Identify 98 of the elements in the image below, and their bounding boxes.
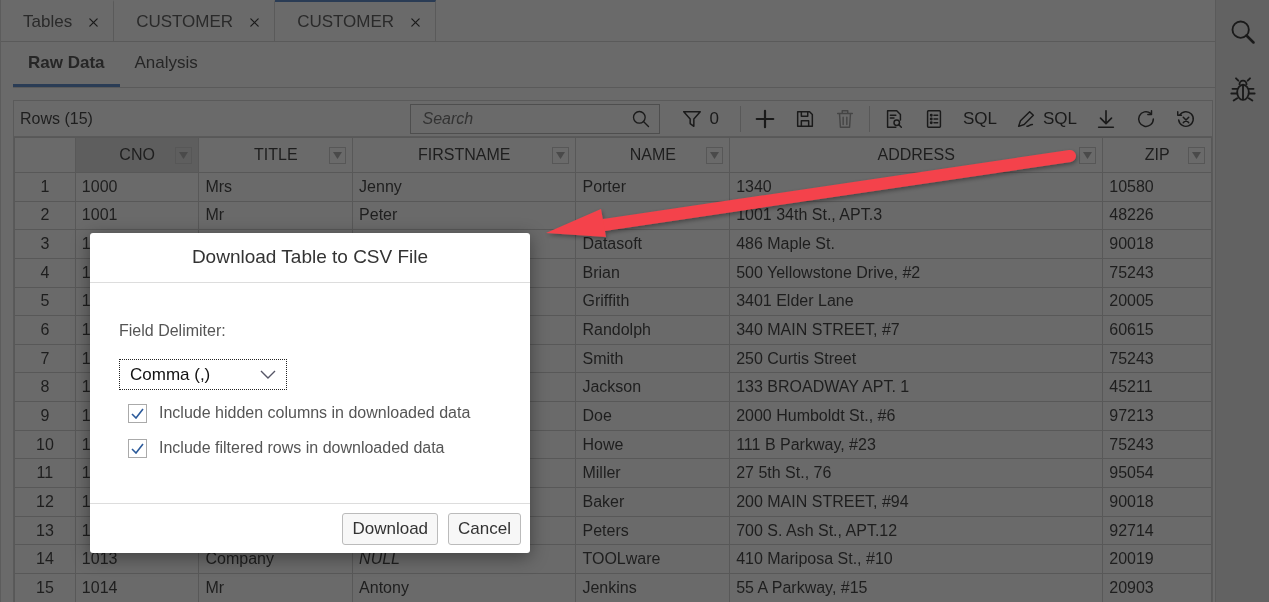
column-menu-button[interactable] [706,147,724,164]
row-number: 3 [14,229,76,259]
download-icon [1095,107,1117,130]
cancel-button[interactable]: Cancel [448,512,521,545]
table-cell: 200 MAIN STREET, #94 [729,487,1103,517]
sql-button[interactable]: SQL [953,102,1006,135]
column-header[interactable]: FIRSTNAME [352,137,576,173]
table-cell: 75243 [1102,344,1212,373]
view-tab[interactable]: Analysis [119,42,213,87]
table-cell: Griffith [575,287,730,316]
table-cell: 2000 Humboldt St., #6 [729,401,1103,431]
column-header[interactable]: TITLE [198,137,353,173]
row-number: 10 [14,430,76,459]
table-cell: 111 B Parkway, #23 [729,430,1103,459]
table-cell: 133 BROADWAY APT. 1 [729,373,1103,402]
row-number: 9 [14,401,76,431]
plus-icon [753,107,776,130]
table-cell: Jackson [575,373,730,402]
delimiter-dropdown[interactable]: Comma (,) [119,359,287,390]
table-cell: Peters [575,516,730,545]
search-icon [631,108,652,129]
table-cell: Jenny [352,172,576,202]
refresh-icon [1135,107,1157,130]
table-cell: 486 Maple St. [729,229,1103,259]
table-cell: Miller [575,458,730,488]
dropdown-icon [556,152,566,159]
sql-button[interactable]: SQL [1005,102,1086,135]
download-button[interactable]: Download [342,512,439,545]
column-menu-button[interactable] [552,147,570,164]
checkbox[interactable] [128,438,147,458]
close-icon [88,16,100,28]
table-cell: 45211 [1102,373,1212,402]
table-cell: 410 Mariposa St., #10 [729,544,1103,574]
table-cell: Brian [575,258,730,288]
close-icon [249,16,261,28]
table-cell: 340 MAIN STREET, #7 [729,315,1103,345]
column-menu-button[interactable] [329,147,347,164]
view-tab[interactable]: Raw Data [13,42,120,87]
row-number: 15 [14,573,76,602]
table-cell: 20019 [1102,544,1212,574]
document-tab[interactable]: Tables [1,0,115,41]
table-cell: 500 Yellowstone Drive, #2 [729,258,1103,288]
table-cell: Porter [575,172,730,202]
table-cell: 92714 [1102,516,1212,545]
table-cell: 60615 [1102,315,1212,345]
column-header[interactable]: CNO [75,137,199,173]
table-cell: Baker [575,487,730,517]
row-number: 5 [14,287,76,316]
table-cell: 97213 [1102,401,1212,431]
column-menu-button[interactable] [1188,147,1205,164]
column-header[interactable]: ZIP [1102,137,1212,173]
table-cell: 75243 [1102,430,1212,459]
table-cell: 10580 [1102,172,1212,202]
row-number: 11 [14,458,76,488]
row-count: Rows (15) [20,108,93,129]
document-tab[interactable]: CUSTOMER [275,0,437,41]
table-cell: 90018 [1102,229,1212,259]
table-cell: 48226 [1102,201,1212,230]
table-cell: 95054 [1102,458,1212,488]
row-number: 12 [14,487,76,517]
checkbox[interactable] [128,403,147,423]
column-menu-button[interactable] [1079,147,1097,164]
row-number: 8 [14,373,76,402]
document-tab[interactable]: CUSTOMER [114,0,276,41]
table-cell: Randolph [575,315,730,345]
table-cell: 3401 Elder Lane [729,287,1103,316]
table-cell: 90018 [1102,487,1212,517]
row-number: 13 [14,516,76,545]
table-cell: 700 S. Ash St., APT.12 [729,516,1103,545]
table-cell: Smith [575,344,730,373]
column-header[interactable]: NAME [575,137,730,173]
dialog-title: Download Table to CSV File [90,233,530,283]
table-cell: Doe [575,401,730,431]
column-header[interactable]: ADDRESS [729,137,1103,173]
filter-button[interactable]: 0 [672,102,728,135]
row-number: 2 [14,201,76,230]
dropdown-icon [1192,152,1201,159]
chevron-down-icon [260,370,276,379]
table-cell: 1001 [75,201,199,230]
table-cell: 20005 [1102,287,1212,316]
table-cell: 250 Curtis Street [729,344,1103,373]
table-cell: Howe [575,430,730,459]
row-number: 6 [14,315,76,345]
dropdown-icon [710,152,720,159]
table-cell: Mr [198,201,353,230]
table-cell: TOOLware [575,544,730,574]
table-cell: 75243 [1102,258,1212,288]
bug-icon[interactable] [1228,76,1257,104]
table-cell: Mrs [198,172,353,202]
row-number: 7 [14,344,76,373]
table-cell: 1000 [75,172,199,202]
close-icon [410,16,422,28]
row-number: 14 [14,544,76,574]
dropdown-icon [333,152,343,159]
table-cell: 27 5th St., 76 [729,458,1103,488]
row-number: 1 [14,172,76,202]
row-number: 4 [14,258,76,288]
dropdown-icon [1083,152,1093,159]
